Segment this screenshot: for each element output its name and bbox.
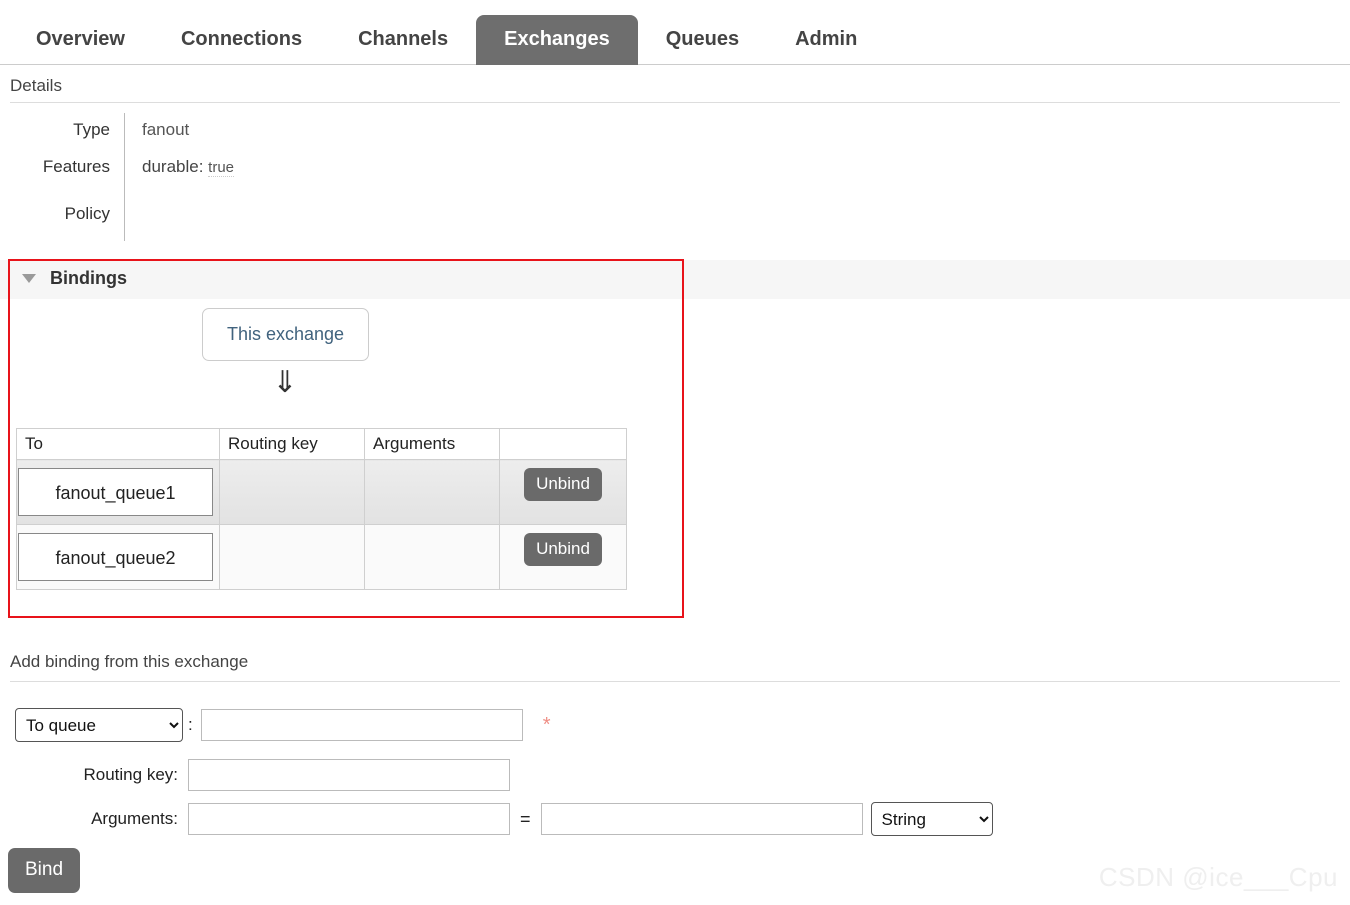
bindings-header-row: To Routing key Arguments <box>16 428 627 460</box>
tab-overview[interactable]: Overview <box>8 15 153 65</box>
bindings-section-heading[interactable]: Bindings <box>22 268 127 289</box>
equals-sign: = <box>520 808 531 829</box>
destination-row: To queue To exchange : * <box>0 705 551 745</box>
binding-routing-key-cell <box>219 524 365 590</box>
bindings-table: To Routing key Arguments fanout_queue1 U… <box>16 428 627 590</box>
routing-key-input[interactable] <box>188 759 510 791</box>
bind-submit-button[interactable]: Bind <box>8 848 81 893</box>
details-section-heading: Details <box>10 76 1350 103</box>
argument-type-select[interactable]: String Number Boolean List <box>870 802 993 836</box>
column-header-routing-key: Routing key <box>219 428 365 460</box>
column-header-arguments: Arguments <box>364 428 500 460</box>
routing-key-row: Routing key: <box>0 755 510 795</box>
details-type-value: fanout <box>142 120 190 139</box>
details-heading-text: Details <box>10 76 62 95</box>
table-row: fanout_queue2 Unbind <box>16 524 627 590</box>
tab-exchanges[interactable]: Exchanges <box>476 15 638 65</box>
destination-input[interactable] <box>200 709 523 741</box>
tab-channels[interactable]: Channels <box>330 15 476 65</box>
watermark-text: CSDN @ice___Cpu <box>1098 862 1338 892</box>
binding-destination-cell: fanout_queue1 <box>16 459 220 525</box>
arguments-label: Arguments: <box>91 809 178 828</box>
details-features-label: Features <box>42 157 110 176</box>
destination-type-select[interactable]: To queue To exchange <box>15 708 183 742</box>
details-heading-rule <box>10 102 1340 103</box>
unbind-button[interactable]: Unbind <box>524 533 602 566</box>
details-features-value: durable: true <box>142 157 235 177</box>
argument-value-input[interactable] <box>540 803 863 835</box>
destination-type-wrap: To queue To exchange <box>0 708 188 742</box>
required-asterisk: * <box>542 714 551 736</box>
routing-key-label: Routing key: <box>83 765 179 784</box>
nav-tab-list: Overview Connections Channels Exchanges … <box>8 8 885 65</box>
details-features-flag: true <box>208 159 235 177</box>
details-type-label: Type <box>73 120 110 139</box>
binding-arguments-cell <box>364 524 500 590</box>
table-row: fanout_queue1 Unbind <box>16 459 627 525</box>
add-binding-heading-text: Add binding from this exchange <box>10 652 249 671</box>
destination-colon: : <box>188 715 193 734</box>
chevron-down-icon[interactable] <box>22 274 36 283</box>
bindings-heading-text: Bindings <box>50 268 127 288</box>
unbind-button[interactable]: Unbind <box>524 468 602 501</box>
this-exchange-node[interactable]: This exchange <box>202 308 369 361</box>
add-binding-heading-rule <box>10 681 1340 682</box>
tab-connections[interactable]: Connections <box>153 15 330 65</box>
double-down-arrow-icon: ⇓ <box>272 366 298 399</box>
binding-action-cell: Unbind <box>499 524 627 590</box>
queue-link[interactable]: fanout_queue1 <box>18 468 213 516</box>
details-features-key: durable: <box>142 157 204 176</box>
binding-routing-key-cell <box>219 459 365 525</box>
details-body: Type fanout Features durable: true Polic… <box>0 110 700 245</box>
add-binding-form: To queue To exchange : * Routing key: Ar… <box>0 700 1350 850</box>
bindings-table-body: fanout_queue1 Unbind fanout_queue2 Unbin… <box>16 459 627 590</box>
top-navigation-bar: Overview Connections Channels Exchanges … <box>0 0 1350 65</box>
bindings-table-head: To Routing key Arguments <box>16 428 627 460</box>
details-policy-label: Policy <box>64 204 110 223</box>
add-binding-section-heading: Add binding from this exchange <box>10 652 1350 682</box>
binding-arguments-cell <box>364 459 500 525</box>
binding-destination-cell: fanout_queue2 <box>16 524 220 590</box>
details-vertical-divider <box>124 113 125 241</box>
arguments-row: Arguments: = String Number Boolean List <box>0 799 993 839</box>
binding-action-cell: Unbind <box>499 459 627 525</box>
queue-link[interactable]: fanout_queue2 <box>18 533 213 581</box>
column-header-actions <box>499 428 627 460</box>
column-header-to: To <box>16 428 220 460</box>
argument-key-input[interactable] <box>188 803 510 835</box>
tab-queues[interactable]: Queues <box>638 15 767 65</box>
tab-admin[interactable]: Admin <box>767 15 885 65</box>
